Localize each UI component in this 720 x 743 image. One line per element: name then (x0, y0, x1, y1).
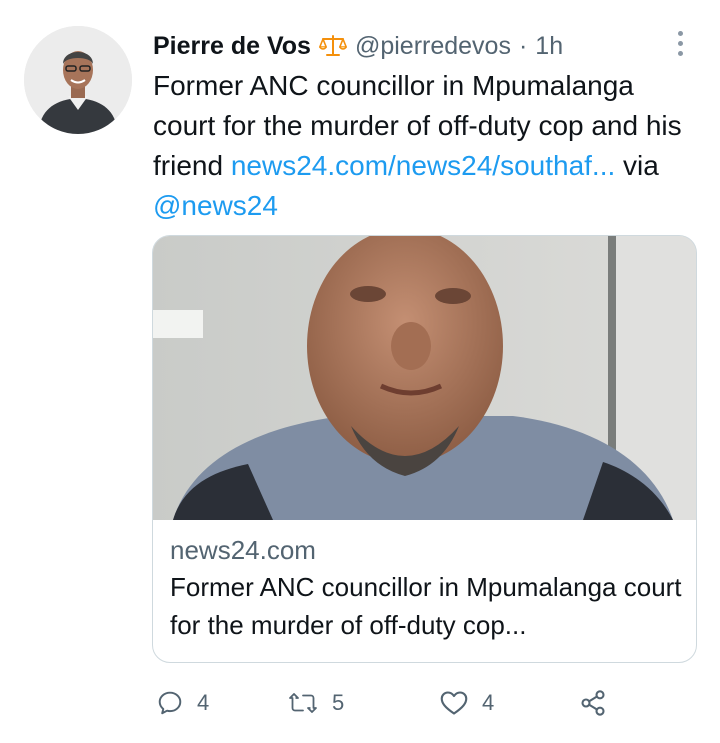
retweet-count: 5 (332, 690, 345, 715)
author-name[interactable]: Pierre de Vos (153, 31, 311, 61)
tweet-text: Former ANC councillor in Mpumalanga cour… (153, 66, 703, 226)
share-icon (579, 689, 607, 717)
card-domain: news24.com (170, 535, 316, 565)
like-button[interactable]: 4 (440, 683, 494, 723)
retweet-icon (288, 690, 318, 716)
timestamp[interactable]: 1h (535, 31, 563, 61)
avatar-image (24, 26, 132, 134)
heart-icon (440, 690, 468, 716)
author-handle[interactable]: @pierredevos (355, 31, 511, 61)
tweet-header: Pierre de Vos @pierredevos · 1h (153, 26, 563, 66)
card-image (153, 236, 696, 520)
avatar[interactable] (24, 26, 132, 134)
action-bar: 4 5 4 (153, 683, 623, 723)
retweet-button[interactable]: 5 (288, 683, 344, 723)
scales-icon (318, 34, 347, 58)
tweet[interactable]: Pierre de Vos @pierredevos · 1h Former A… (0, 0, 720, 743)
link-card[interactable]: news24.com Former ANC councillor in Mpum… (152, 235, 697, 663)
share-button[interactable] (579, 683, 607, 723)
card-body: news24.com Former ANC councillor in Mpum… (170, 532, 682, 644)
separator-dot: · (518, 32, 528, 60)
mention-link[interactable]: @news24 (153, 190, 278, 221)
reply-button[interactable]: 4 (157, 683, 209, 723)
like-count: 4 (482, 690, 495, 715)
reply-icon (157, 690, 183, 716)
reply-count: 4 (197, 690, 210, 715)
via-text: via (615, 150, 659, 181)
card-title: Former ANC councillor in Mpumalanga cour… (170, 572, 682, 640)
article-link[interactable]: news24.com/news24/southaf... (231, 150, 615, 181)
more-options-icon[interactable] (668, 28, 692, 58)
